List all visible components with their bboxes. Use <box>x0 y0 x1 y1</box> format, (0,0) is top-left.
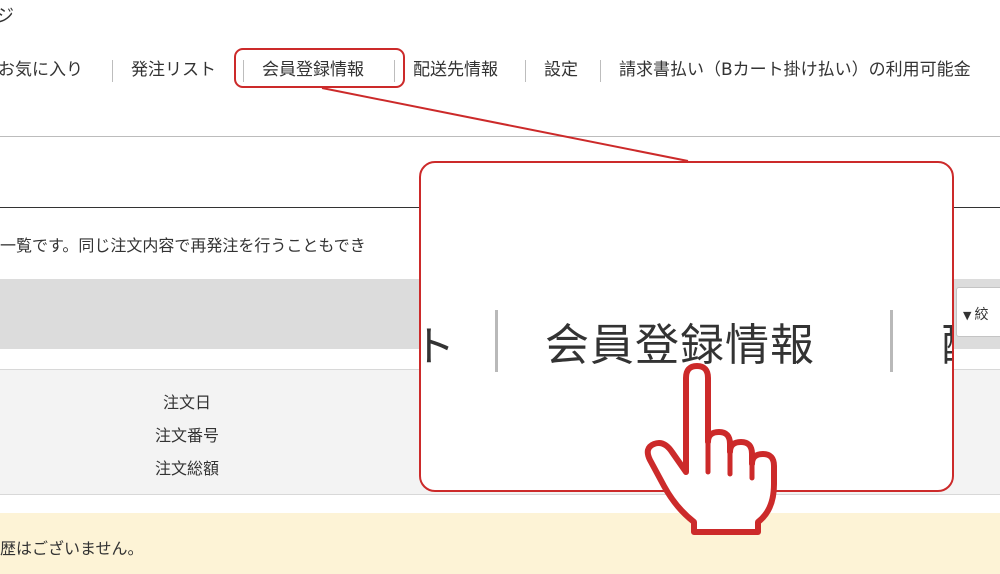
header-order-date: 注文日 <box>162 393 211 412</box>
nav-highlight-frame <box>234 48 405 88</box>
nav-divider <box>600 60 601 82</box>
zoom-divider <box>890 310 893 372</box>
empty-history-notice: 歴はございません。 <box>0 513 1000 574</box>
nav-favorites[interactable]: お気に入り <box>0 56 83 84</box>
nav-order-list[interactable]: 発注リスト <box>131 56 216 84</box>
page-description: 一覧です。同じ注文内容で再発注を行うこともでき <box>0 236 366 255</box>
page-title-fragment: ジ <box>0 6 14 27</box>
zoom-left-fragment: ト <box>421 313 455 374</box>
filter-dropdown[interactable]: ▼ 絞 <box>956 287 1000 337</box>
divider <box>0 136 1000 137</box>
account-nav: お気に入り 発注リスト 会員登録情報 配送先情報 設定 請求書払い（Bカート掛け… <box>0 56 1000 84</box>
header-order-number: 注文番号 <box>154 426 219 445</box>
zoom-divider <box>495 310 498 372</box>
nav-divider <box>525 60 526 82</box>
nav-invoice[interactable]: 請求書払い（Bカート掛け払い）の利用可能金 <box>619 56 971 84</box>
empty-history-text: 歴はございません。 <box>0 539 144 558</box>
zoom-right-fragment: 配 <box>941 309 952 373</box>
order-header-column: 注文日 注文番号 注文総額 <box>150 386 224 485</box>
caret-down-icon: ▼ <box>963 309 972 322</box>
nav-shipping[interactable]: 配送先情報 <box>413 56 498 84</box>
nav-settings[interactable]: 設定 <box>544 56 578 84</box>
filter-dropdown-label: 絞 <box>974 307 989 323</box>
nav-divider <box>112 60 113 82</box>
header-order-total: 注文総額 <box>154 459 219 478</box>
pointing-hand-icon <box>644 363 777 535</box>
